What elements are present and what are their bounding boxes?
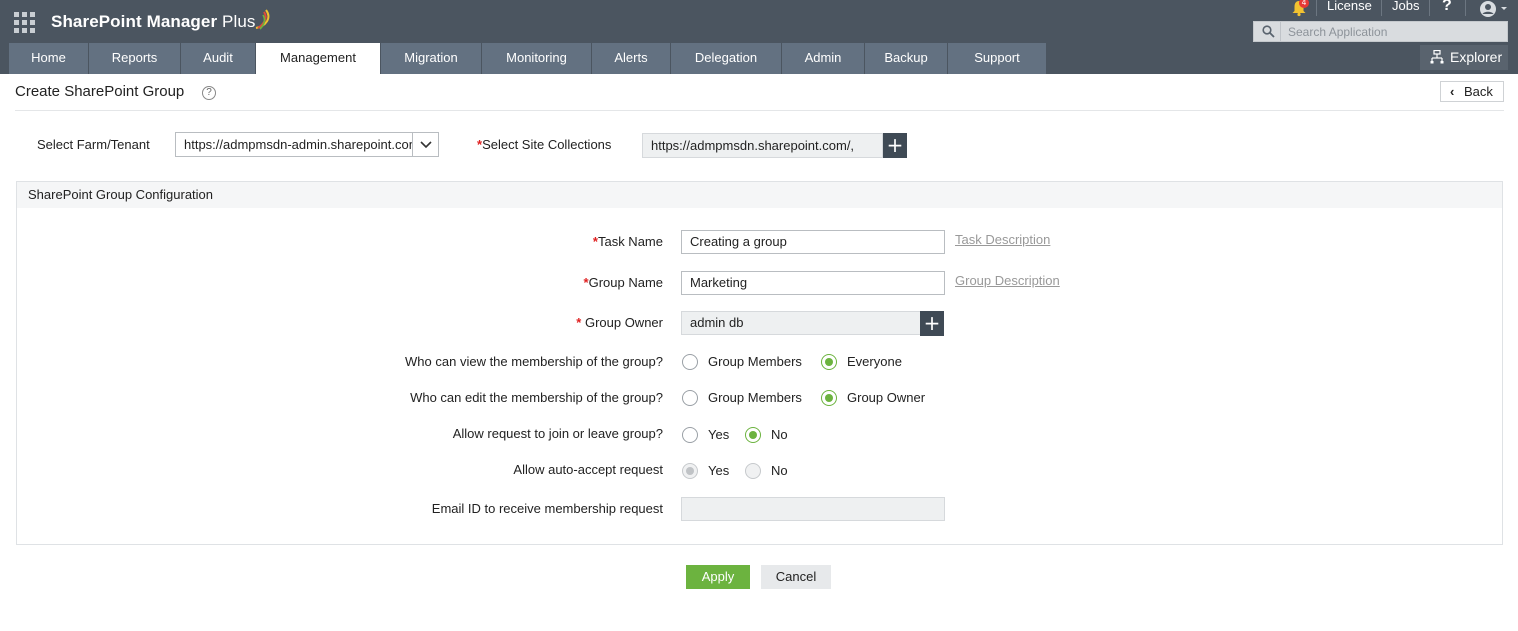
search-input[interactable] <box>1282 22 1504 41</box>
auto-accept-no-label: No <box>771 463 788 478</box>
auto-accept-yes-label: Yes <box>708 463 730 478</box>
edit-group-owner-label: Group Owner <box>847 390 926 405</box>
divider <box>1381 0 1382 16</box>
group-owner-label-text: Group Owner <box>584 315 663 330</box>
view-everyone-radio[interactable] <box>821 354 837 370</box>
help-icon[interactable]: ? <box>202 86 216 100</box>
explorer-button-label: Explorer <box>1450 49 1503 65</box>
view-group-members-label: Group Members <box>708 354 802 369</box>
edit-group-owner-radio[interactable] <box>821 390 837 406</box>
main-nav-tabs: Home Reports Audit Management Migration … <box>9 43 1047 74</box>
dropdown-toggle[interactable] <box>412 133 438 156</box>
allow-request-label: Allow request to join or leave group? <box>452 426 663 441</box>
jobs-link[interactable]: Jobs <box>1392 0 1419 13</box>
chevron-down-icon <box>420 141 432 149</box>
help-link[interactable]: ? <box>1442 0 1452 15</box>
tab-management[interactable]: Management <box>256 43 381 74</box>
app-logo-name: SharePoint Manager <box>51 12 218 31</box>
app-logo-suffix: Plus <box>222 12 256 31</box>
cancel-button[interactable]: Cancel <box>761 565 831 589</box>
edit-membership-label: Who can edit the membership of the group… <box>410 390 663 405</box>
tab-alerts[interactable]: Alerts <box>592 43 671 74</box>
tab-support[interactable]: Support <box>948 43 1047 74</box>
group-name-input[interactable]: Marketing <box>681 271 945 295</box>
divider <box>1316 0 1317 16</box>
allow-request-yes-label: Yes <box>708 427 730 442</box>
view-everyone-label: Everyone <box>847 354 902 369</box>
tab-home[interactable]: Home <box>9 43 89 74</box>
license-link[interactable]: License <box>1327 0 1372 13</box>
email-label: Email ID to receive membership request <box>431 501 663 516</box>
site-collections-field[interactable]: https://admpmsdn.sharepoint.com/, <box>642 133 883 158</box>
top-header-bar: SharePoint Manager Plus 4 License Jobs ? <box>0 0 1518 74</box>
plus-icon: + <box>923 311 941 335</box>
user-account-icon[interactable] <box>1478 0 1512 18</box>
panel-title: SharePoint Group Configuration <box>28 187 214 202</box>
page-title: Create SharePoint Group <box>15 83 185 100</box>
tab-audit[interactable]: Audit <box>181 43 256 74</box>
logo-swoosh-icon <box>255 9 270 30</box>
group-name-label-text: Group Name <box>588 275 663 290</box>
app-launcher-icon[interactable] <box>14 12 35 33</box>
group-name-label: *Group Name <box>584 275 663 290</box>
divider <box>15 110 1504 111</box>
edit-group-members-label: Group Members <box>708 390 802 405</box>
task-name-input[interactable]: Creating a group <box>681 230 945 254</box>
tab-monitoring[interactable]: Monitoring <box>482 43 592 74</box>
search-box <box>1253 21 1508 42</box>
tab-backup[interactable]: Backup <box>865 43 948 74</box>
task-name-label-text: Task Name <box>597 234 663 249</box>
back-button[interactable]: ‹ Back <box>1440 81 1504 102</box>
view-group-members-radio[interactable] <box>682 354 698 370</box>
site-collections-label-text: Select Site Collections <box>482 137 612 152</box>
group-owner-field[interactable]: admin db <box>681 311 921 335</box>
app-logo: SharePoint Manager Plus <box>51 12 256 32</box>
tab-delegation[interactable]: Delegation <box>671 43 782 74</box>
farm-tenant-select[interactable]: https://admpmsdn-admin.sharepoint.com <box>175 132 439 157</box>
site-collections-label: *Select Site Collections <box>477 137 611 152</box>
tab-reports[interactable]: Reports <box>89 43 181 74</box>
divider <box>1429 0 1430 16</box>
auto-accept-no-radio[interactable] <box>745 463 761 479</box>
email-field[interactable] <box>681 497 945 521</box>
explorer-tree-icon <box>1430 50 1444 64</box>
group-owner-label: * Group Owner <box>576 315 663 330</box>
required-asterisk: * <box>576 315 582 330</box>
add-group-owner-button[interactable]: + <box>920 311 944 336</box>
allow-request-no-label: No <box>771 427 788 442</box>
chevron-left-icon: ‹ <box>1450 84 1455 99</box>
add-site-collection-button[interactable]: + <box>883 133 907 158</box>
farm-tenant-label: Select Farm/Tenant <box>37 137 150 152</box>
group-description-link[interactable]: Group Description <box>955 273 1060 288</box>
task-name-label: *Task Name <box>593 234 663 249</box>
divider <box>1280 22 1281 41</box>
apply-button[interactable]: Apply <box>686 565 750 589</box>
tab-admin[interactable]: Admin <box>782 43 865 74</box>
back-button-label: Back <box>1464 84 1493 99</box>
explorer-button[interactable]: Explorer <box>1420 45 1508 70</box>
task-description-link[interactable]: Task Description <box>955 232 1050 247</box>
search-icon <box>1262 25 1275 38</box>
auto-accept-yes-radio[interactable] <box>682 463 698 479</box>
tab-migration[interactable]: Migration <box>381 43 482 74</box>
plus-icon: + <box>886 133 904 157</box>
auto-accept-label: Allow auto-accept request <box>513 462 663 477</box>
farm-tenant-value: https://admpmsdn-admin.sharepoint.com <box>184 137 412 152</box>
edit-group-members-radio[interactable] <box>682 390 698 406</box>
allow-request-yes-radio[interactable] <box>682 427 698 443</box>
site-collections-value: https://admpmsdn.sharepoint.com/, <box>651 138 855 153</box>
divider <box>1465 0 1466 16</box>
view-membership-label: Who can view the membership of the group… <box>405 354 663 369</box>
allow-request-no-radio[interactable] <box>745 427 761 443</box>
panel-header: SharePoint Group Configuration <box>17 182 1502 208</box>
